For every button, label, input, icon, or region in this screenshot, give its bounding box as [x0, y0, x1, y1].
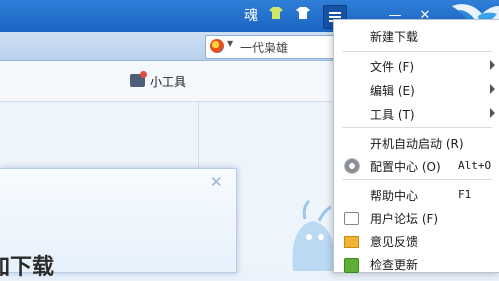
- toolbox-icon: [130, 71, 147, 87]
- search-input[interactable]: 一代枭雄: [240, 39, 288, 56]
- menu-item-new-download[interactable]: 新建下载: [334, 26, 499, 46]
- main-dropdown-menu: 新建下载 文件 (F) 编辑 (E) 工具 (T) 开机自动启动 (R) 配置中…: [333, 19, 499, 273]
- menu-item-edit[interactable]: 编辑 (E): [334, 80, 499, 100]
- menu-separator: [342, 51, 492, 52]
- menu-item-label: 文件 (F): [370, 60, 415, 74]
- menu-item-label: 工具 (T): [370, 108, 415, 122]
- forum-icon: [344, 212, 359, 225]
- menu-item-user-forum[interactable]: 用户论坛 (F): [334, 208, 499, 228]
- menu-item-auto-start[interactable]: 开机自动启动 (R): [334, 133, 499, 153]
- menu-separator: [342, 127, 492, 128]
- gear-icon: [344, 158, 360, 174]
- menu-item-label: 检查更新: [370, 258, 419, 272]
- menu-item-check-update[interactable]: 检查更新: [334, 254, 499, 274]
- menu-item-tools[interactable]: 工具 (T): [334, 104, 499, 124]
- menu-item-shortcut: F1: [458, 188, 472, 201]
- chevron-down-icon[interactable]: ▼: [227, 39, 233, 48]
- skin-icon[interactable]: 魂: [241, 6, 261, 26]
- menu-separator: [342, 179, 492, 180]
- dialog-close-icon[interactable]: ✕: [210, 173, 223, 191]
- submenu-arrow-icon: [490, 60, 495, 70]
- ghost-mascot-icon: [287, 185, 339, 271]
- engine-logo-icon[interactable]: [210, 39, 224, 53]
- menu-item-config-center[interactable]: 配置中心 (O) Alt+O: [334, 156, 499, 176]
- menu-item-shortcut: Alt+O: [458, 159, 492, 172]
- menu-item-label: 用户论坛 (F): [370, 212, 439, 226]
- menu-item-feedback[interactable]: 意见反馈: [334, 231, 499, 251]
- menu-item-label: 开机自动启动 (R): [370, 137, 464, 151]
- menu-item-label: 意见反馈: [370, 235, 419, 249]
- search-box[interactable]: ▼ 一代枭雄: [205, 35, 347, 59]
- tshirt-green-icon[interactable]: [266, 6, 286, 26]
- menu-item-label: 新建下载: [370, 30, 419, 44]
- submenu-arrow-icon: [490, 108, 495, 118]
- menu-item-file[interactable]: 文件 (F): [334, 56, 499, 76]
- menu-item-label: 帮助中心: [370, 189, 419, 203]
- submenu-arrow-icon: [490, 84, 495, 94]
- tshirt-white-icon[interactable]: [293, 6, 313, 26]
- menu-item-label: 配置中心 (O): [370, 160, 441, 174]
- tools-label: 小工具: [150, 75, 187, 89]
- dialog-title: 加下载: [0, 255, 55, 280]
- envelope-icon: [344, 236, 359, 248]
- menu-item-label: 编辑 (E): [370, 84, 415, 98]
- download-dialog: ✕ 加下载: [0, 168, 237, 280]
- menu-item-help-center[interactable]: 帮助中心 F1: [334, 185, 499, 205]
